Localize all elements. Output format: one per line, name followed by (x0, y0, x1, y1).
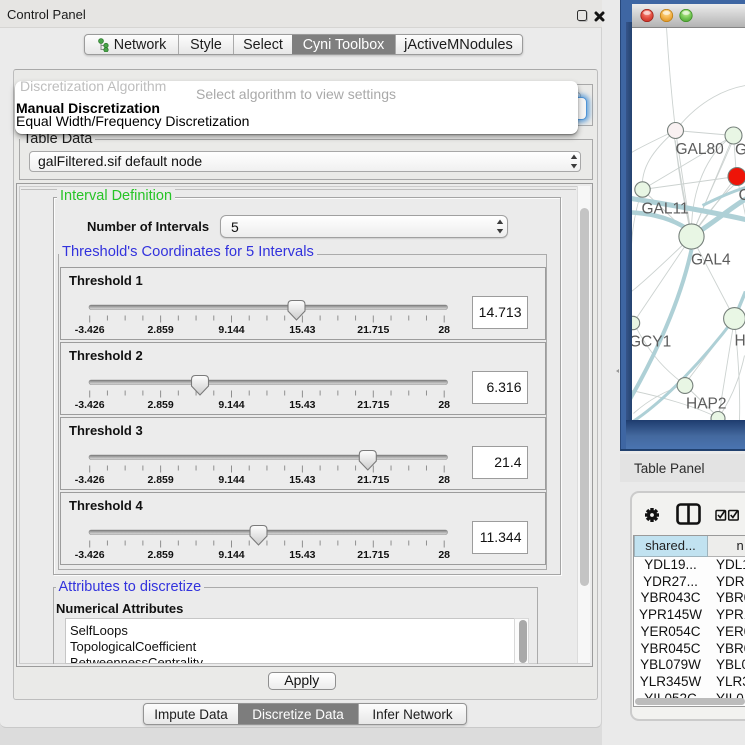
svg-text:21.715: 21.715 (357, 474, 389, 486)
svg-text:-3.426: -3.426 (74, 324, 104, 336)
svg-text:GAL80: GAL80 (675, 141, 724, 158)
svg-text:9.144: 9.144 (218, 324, 244, 336)
svg-text:28: 28 (438, 399, 450, 411)
svg-text:15.43: 15.43 (289, 324, 315, 336)
svg-text:2.859: 2.859 (147, 399, 173, 411)
svg-text:GA: GA (735, 141, 745, 158)
svg-text:21.715: 21.715 (357, 549, 389, 561)
svg-text:15.43: 15.43 (289, 474, 315, 486)
svg-text:21.715: 21.715 (357, 399, 389, 411)
svg-text:GCY1: GCY1 (632, 333, 671, 350)
svg-text:2.859: 2.859 (147, 324, 173, 336)
svg-text:-3.426: -3.426 (74, 549, 104, 561)
svg-text:28: 28 (438, 474, 450, 486)
svg-text:9.144: 9.144 (218, 474, 244, 486)
svg-text:15.43: 15.43 (289, 549, 315, 561)
svg-text:C: C (738, 187, 745, 204)
svg-text:-3.426: -3.426 (74, 399, 104, 411)
svg-text:28: 28 (438, 549, 450, 561)
svg-text:-3.426: -3.426 (74, 474, 104, 486)
svg-text:HAP2: HAP2 (686, 395, 727, 412)
svg-text:28: 28 (438, 324, 450, 336)
svg-text:9.144: 9.144 (218, 549, 244, 561)
svg-text:2.859: 2.859 (147, 549, 173, 561)
svg-text:15.43: 15.43 (289, 399, 315, 411)
svg-text:2.859: 2.859 (147, 474, 173, 486)
svg-text:GAL4: GAL4 (691, 251, 731, 268)
svg-text:21.715: 21.715 (357, 324, 389, 336)
svg-text:H: H (734, 332, 745, 349)
svg-text:GAL11: GAL11 (641, 200, 688, 217)
svg-text:9.144: 9.144 (218, 399, 244, 411)
